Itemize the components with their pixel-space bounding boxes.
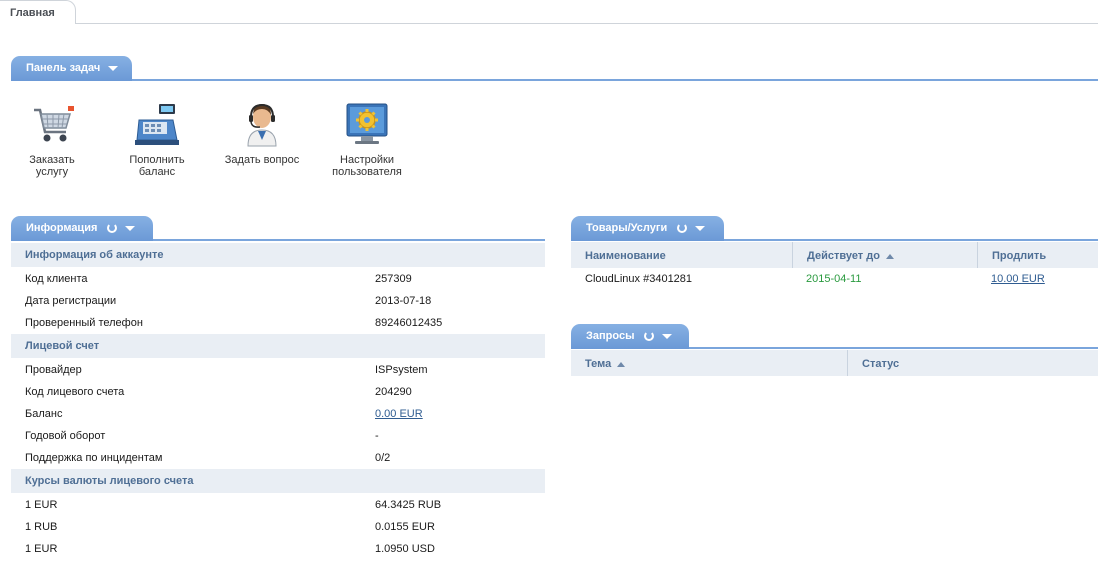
column-status[interactable]: Статус bbox=[848, 350, 1098, 376]
kv-value: 0/2 bbox=[375, 452, 391, 464]
account-group-header: Информация об аккаунте bbox=[11, 243, 545, 267]
sort-asc-icon bbox=[885, 253, 894, 259]
kv-value: 2013-07-18 bbox=[375, 295, 432, 307]
kv-row: Провайдер ISPsystem bbox=[11, 359, 545, 381]
task-topup-label-1: Пополнить bbox=[129, 154, 185, 166]
cash-register-icon bbox=[133, 100, 181, 148]
balance-link[interactable]: 0.00 EUR bbox=[375, 408, 423, 420]
table-row[interactable]: CloudLinux #3401281 2015-04-11 10.00 EUR bbox=[571, 268, 1098, 290]
sort-asc-icon bbox=[617, 361, 626, 367]
support-operator-icon bbox=[238, 100, 286, 148]
kv-key: Код клиента bbox=[25, 273, 88, 285]
task-ask-label-1: Задать вопрос bbox=[224, 154, 300, 166]
cart-icon bbox=[28, 100, 76, 148]
kv-key: Поддержка по инцидентам bbox=[25, 452, 163, 464]
taskbar-header-rule bbox=[11, 79, 1098, 81]
kv-key: Дата регистрации bbox=[25, 295, 117, 307]
requests-header: Запросы bbox=[571, 324, 1098, 349]
top-tabbar: Главная bbox=[0, 0, 1098, 24]
kv-value: 64.3425 RUB bbox=[375, 499, 442, 511]
kv-value: ISPsystem bbox=[375, 364, 428, 376]
kv-key: Проверенный телефон bbox=[25, 317, 143, 329]
services-header: Товары/Услуги bbox=[571, 216, 1098, 241]
refresh-icon[interactable] bbox=[644, 331, 655, 342]
kv-value: 257309 bbox=[375, 273, 412, 285]
kv-row: Поддержка по инцидентам 0/2 bbox=[11, 447, 545, 469]
task-order-label-2: услугу bbox=[35, 166, 69, 178]
service-expires: 2015-04-11 bbox=[806, 273, 862, 285]
task-ask-question[interactable]: Задать вопрос bbox=[222, 100, 302, 166]
tab-home[interactable]: Главная bbox=[0, 0, 76, 24]
task-settings-label-2: пользователя bbox=[332, 166, 402, 178]
column-subject-label: Тема bbox=[585, 358, 612, 370]
refresh-icon[interactable] bbox=[677, 223, 688, 234]
kv-key: Провайдер bbox=[25, 364, 82, 376]
kv-key: Баланс bbox=[25, 408, 63, 420]
task-user-settings[interactable]: Настройки пользователя bbox=[326, 100, 408, 178]
services-tab[interactable]: Товары/Услуги bbox=[571, 216, 724, 241]
kv-row: Код клиента 257309 bbox=[11, 268, 545, 290]
kv-key: 1 EUR bbox=[25, 499, 58, 511]
info-header: Информация bbox=[11, 216, 545, 241]
chevron-down-icon[interactable] bbox=[695, 225, 706, 231]
personal-group-header: Лицевой счет bbox=[11, 334, 545, 358]
kv-value: 1.0950 USD bbox=[375, 543, 435, 555]
kv-value: 89246012435 bbox=[375, 317, 443, 329]
task-order-label-1: Заказать bbox=[29, 154, 75, 166]
task-order-service[interactable]: Заказать услугу bbox=[12, 100, 92, 178]
renew-link[interactable]: 10.00 EUR bbox=[991, 273, 1045, 285]
kv-value: 0.0155 EUR bbox=[375, 521, 435, 533]
kv-value: - bbox=[375, 430, 379, 442]
column-name[interactable]: Наименование bbox=[571, 242, 793, 268]
chevron-down-icon[interactable] bbox=[662, 333, 673, 339]
taskbar-tab[interactable]: Панель задач bbox=[11, 56, 132, 81]
column-renew[interactable]: Продлить bbox=[978, 242, 1098, 268]
chevron-down-icon[interactable] bbox=[108, 65, 119, 71]
column-expires[interactable]: Действует до bbox=[793, 242, 978, 268]
info-tab[interactable]: Информация bbox=[11, 216, 153, 241]
requests-title: Запросы bbox=[586, 330, 635, 342]
services-table-header: Наименование Действует до Продлить bbox=[571, 242, 1098, 268]
requests-table-header: Тема Статус bbox=[571, 350, 1098, 376]
kv-key: Код лицевого счета bbox=[25, 386, 125, 398]
chevron-down-icon[interactable] bbox=[125, 225, 136, 231]
column-subject[interactable]: Тема bbox=[571, 350, 848, 376]
kv-row: Дата регистрации 2013-07-18 bbox=[11, 290, 545, 312]
kv-row: 1 RUB 0.0155 EUR bbox=[11, 516, 545, 538]
refresh-icon[interactable] bbox=[107, 223, 118, 234]
kv-key: Годовой оборот bbox=[25, 430, 106, 442]
task-settings-label-1: Настройки bbox=[340, 154, 394, 166]
requests-tab[interactable]: Запросы bbox=[571, 324, 689, 349]
services-title: Товары/Услуги bbox=[586, 222, 668, 234]
task-topup-label-2: баланс bbox=[138, 166, 176, 178]
taskbar-header: Панель задач bbox=[11, 56, 1098, 81]
kv-row: Проверенный телефон 89246012435 bbox=[11, 312, 545, 334]
task-top-up-balance[interactable]: Пополнить баланс bbox=[118, 100, 196, 178]
service-name: CloudLinux #3401281 bbox=[585, 273, 693, 285]
column-expires-label: Действует до bbox=[807, 250, 880, 262]
kv-value: 204290 bbox=[375, 386, 412, 398]
rates-group-header: Курсы валюты лицевого счета bbox=[11, 469, 545, 493]
kv-row: Баланс 0.00 EUR bbox=[11, 403, 545, 425]
kv-row: 1 EUR 1.0950 USD bbox=[11, 538, 545, 560]
tabbar-divider bbox=[0, 23, 1098, 24]
kv-row: Код лицевого счета 204290 bbox=[11, 381, 545, 403]
taskbar-title: Панель задач bbox=[26, 62, 101, 74]
kv-key: 1 RUB bbox=[25, 521, 58, 533]
kv-row: Годовой оборот - bbox=[11, 425, 545, 447]
kv-key: 1 EUR bbox=[25, 543, 58, 555]
kv-row: 1 EUR 64.3425 RUB bbox=[11, 494, 545, 516]
info-title: Информация bbox=[26, 222, 98, 234]
settings-monitor-icon bbox=[343, 100, 391, 148]
